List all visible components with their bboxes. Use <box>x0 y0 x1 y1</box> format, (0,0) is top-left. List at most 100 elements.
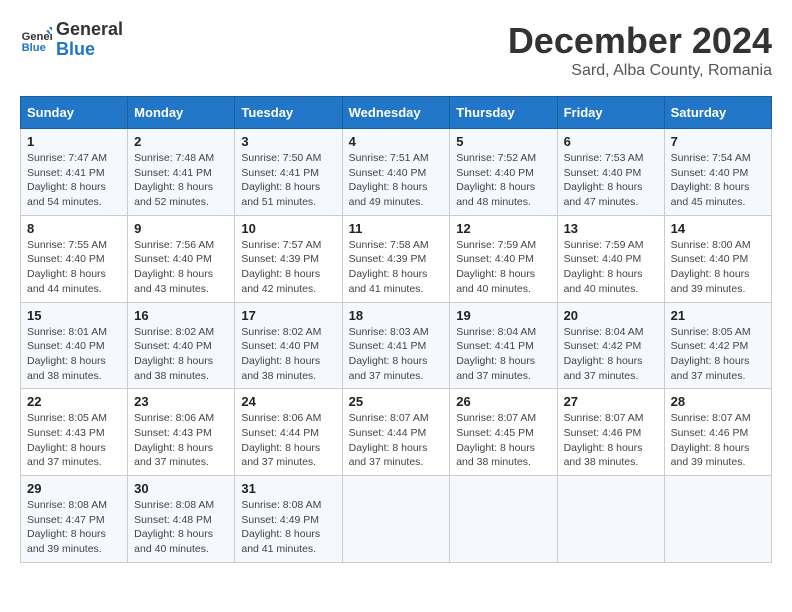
day-number: 1 <box>27 134 121 149</box>
day-info: Sunrise: 7:59 AM Sunset: 4:40 PM Dayligh… <box>456 238 550 297</box>
calendar-table: SundayMondayTuesdayWednesdayThursdayFrid… <box>20 96 772 563</box>
calendar-cell: 4 Sunrise: 7:51 AM Sunset: 4:40 PM Dayli… <box>342 129 450 216</box>
calendar-cell: 3 Sunrise: 7:50 AM Sunset: 4:41 PM Dayli… <box>235 129 342 216</box>
calendar-cell: 28 Sunrise: 8:07 AM Sunset: 4:46 PM Dayl… <box>664 389 771 476</box>
calendar-cell: 2 Sunrise: 7:48 AM Sunset: 4:41 PM Dayli… <box>128 129 235 216</box>
calendar-cell: 15 Sunrise: 8:01 AM Sunset: 4:40 PM Dayl… <box>21 302 128 389</box>
logo-text-general: General <box>56 20 123 40</box>
calendar-cell: 24 Sunrise: 8:06 AM Sunset: 4:44 PM Dayl… <box>235 389 342 476</box>
day-number: 22 <box>27 394 121 409</box>
calendar-cell: 27 Sunrise: 8:07 AM Sunset: 4:46 PM Dayl… <box>557 389 664 476</box>
day-number: 18 <box>349 308 444 323</box>
col-header-thursday: Thursday <box>450 97 557 129</box>
day-number: 5 <box>456 134 550 149</box>
day-info: Sunrise: 8:08 AM Sunset: 4:49 PM Dayligh… <box>241 498 335 557</box>
svg-text:General: General <box>22 31 52 43</box>
day-info: Sunrise: 8:04 AM Sunset: 4:42 PM Dayligh… <box>564 325 658 384</box>
day-info: Sunrise: 7:47 AM Sunset: 4:41 PM Dayligh… <box>27 151 121 210</box>
calendar-week-1: 1 Sunrise: 7:47 AM Sunset: 4:41 PM Dayli… <box>21 129 772 216</box>
day-info: Sunrise: 7:52 AM Sunset: 4:40 PM Dayligh… <box>456 151 550 210</box>
day-info: Sunrise: 8:02 AM Sunset: 4:40 PM Dayligh… <box>134 325 228 384</box>
day-info: Sunrise: 8:07 AM Sunset: 4:44 PM Dayligh… <box>349 411 444 470</box>
day-info: Sunrise: 8:08 AM Sunset: 4:48 PM Dayligh… <box>134 498 228 557</box>
day-info: Sunrise: 8:04 AM Sunset: 4:41 PM Dayligh… <box>456 325 550 384</box>
calendar-cell: 11 Sunrise: 7:58 AM Sunset: 4:39 PM Dayl… <box>342 215 450 302</box>
day-info: Sunrise: 7:50 AM Sunset: 4:41 PM Dayligh… <box>241 151 335 210</box>
day-number: 15 <box>27 308 121 323</box>
day-number: 31 <box>241 481 335 496</box>
title-block: December 2024 Sard, Alba County, Romania <box>508 20 772 80</box>
header-row: SundayMondayTuesdayWednesdayThursdayFrid… <box>21 97 772 129</box>
day-number: 3 <box>241 134 335 149</box>
day-info: Sunrise: 8:08 AM Sunset: 4:47 PM Dayligh… <box>27 498 121 557</box>
day-number: 29 <box>27 481 121 496</box>
col-header-sunday: Sunday <box>21 97 128 129</box>
calendar-cell: 31 Sunrise: 8:08 AM Sunset: 4:49 PM Dayl… <box>235 476 342 563</box>
calendar-cell: 12 Sunrise: 7:59 AM Sunset: 4:40 PM Dayl… <box>450 215 557 302</box>
day-info: Sunrise: 7:59 AM Sunset: 4:40 PM Dayligh… <box>564 238 658 297</box>
calendar-cell: 18 Sunrise: 8:03 AM Sunset: 4:41 PM Dayl… <box>342 302 450 389</box>
calendar-cell: 5 Sunrise: 7:52 AM Sunset: 4:40 PM Dayli… <box>450 129 557 216</box>
calendar-cell: 23 Sunrise: 8:06 AM Sunset: 4:43 PM Dayl… <box>128 389 235 476</box>
day-info: Sunrise: 8:05 AM Sunset: 4:43 PM Dayligh… <box>27 411 121 470</box>
day-info: Sunrise: 7:48 AM Sunset: 4:41 PM Dayligh… <box>134 151 228 210</box>
calendar-cell: 16 Sunrise: 8:02 AM Sunset: 4:40 PM Dayl… <box>128 302 235 389</box>
day-number: 7 <box>671 134 765 149</box>
day-number: 13 <box>564 221 658 236</box>
col-header-friday: Friday <box>557 97 664 129</box>
day-number: 23 <box>134 394 228 409</box>
calendar-cell: 22 Sunrise: 8:05 AM Sunset: 4:43 PM Dayl… <box>21 389 128 476</box>
day-number: 10 <box>241 221 335 236</box>
calendar-cell: 6 Sunrise: 7:53 AM Sunset: 4:40 PM Dayli… <box>557 129 664 216</box>
calendar-cell: 26 Sunrise: 8:07 AM Sunset: 4:45 PM Dayl… <box>450 389 557 476</box>
col-header-wednesday: Wednesday <box>342 97 450 129</box>
day-info: Sunrise: 8:07 AM Sunset: 4:46 PM Dayligh… <box>564 411 658 470</box>
day-number: 19 <box>456 308 550 323</box>
header: General Blue General Blue December 2024 … <box>20 20 772 80</box>
calendar-cell <box>664 476 771 563</box>
calendar-cell: 1 Sunrise: 7:47 AM Sunset: 4:41 PM Dayli… <box>21 129 128 216</box>
calendar-week-4: 22 Sunrise: 8:05 AM Sunset: 4:43 PM Dayl… <box>21 389 772 476</box>
day-info: Sunrise: 7:54 AM Sunset: 4:40 PM Dayligh… <box>671 151 765 210</box>
day-number: 21 <box>671 308 765 323</box>
calendar-cell <box>557 476 664 563</box>
logo-text-blue: Blue <box>56 40 123 60</box>
calendar-week-2: 8 Sunrise: 7:55 AM Sunset: 4:40 PM Dayli… <box>21 215 772 302</box>
day-number: 27 <box>564 394 658 409</box>
day-info: Sunrise: 8:05 AM Sunset: 4:42 PM Dayligh… <box>671 325 765 384</box>
day-number: 28 <box>671 394 765 409</box>
calendar-cell: 20 Sunrise: 8:04 AM Sunset: 4:42 PM Dayl… <box>557 302 664 389</box>
day-number: 9 <box>134 221 228 236</box>
day-number: 14 <box>671 221 765 236</box>
calendar-cell: 10 Sunrise: 7:57 AM Sunset: 4:39 PM Dayl… <box>235 215 342 302</box>
day-number: 26 <box>456 394 550 409</box>
day-number: 17 <box>241 308 335 323</box>
day-info: Sunrise: 7:56 AM Sunset: 4:40 PM Dayligh… <box>134 238 228 297</box>
logo: General Blue General Blue <box>20 20 123 60</box>
calendar-cell: 21 Sunrise: 8:05 AM Sunset: 4:42 PM Dayl… <box>664 302 771 389</box>
calendar-cell: 9 Sunrise: 7:56 AM Sunset: 4:40 PM Dayli… <box>128 215 235 302</box>
day-info: Sunrise: 8:02 AM Sunset: 4:40 PM Dayligh… <box>241 325 335 384</box>
svg-text:Blue: Blue <box>22 42 46 54</box>
day-info: Sunrise: 8:03 AM Sunset: 4:41 PM Dayligh… <box>349 325 444 384</box>
day-number: 2 <box>134 134 228 149</box>
calendar-cell: 19 Sunrise: 8:04 AM Sunset: 4:41 PM Dayl… <box>450 302 557 389</box>
calendar-cell: 14 Sunrise: 8:00 AM Sunset: 4:40 PM Dayl… <box>664 215 771 302</box>
col-header-saturday: Saturday <box>664 97 771 129</box>
calendar-cell: 13 Sunrise: 7:59 AM Sunset: 4:40 PM Dayl… <box>557 215 664 302</box>
day-number: 25 <box>349 394 444 409</box>
calendar-cell <box>342 476 450 563</box>
day-info: Sunrise: 7:53 AM Sunset: 4:40 PM Dayligh… <box>564 151 658 210</box>
day-number: 6 <box>564 134 658 149</box>
day-info: Sunrise: 8:01 AM Sunset: 4:40 PM Dayligh… <box>27 325 121 384</box>
day-info: Sunrise: 7:55 AM Sunset: 4:40 PM Dayligh… <box>27 238 121 297</box>
day-number: 8 <box>27 221 121 236</box>
day-info: Sunrise: 7:58 AM Sunset: 4:39 PM Dayligh… <box>349 238 444 297</box>
calendar-cell: 30 Sunrise: 8:08 AM Sunset: 4:48 PM Dayl… <box>128 476 235 563</box>
day-info: Sunrise: 8:06 AM Sunset: 4:43 PM Dayligh… <box>134 411 228 470</box>
day-info: Sunrise: 8:06 AM Sunset: 4:44 PM Dayligh… <box>241 411 335 470</box>
calendar-cell: 25 Sunrise: 8:07 AM Sunset: 4:44 PM Dayl… <box>342 389 450 476</box>
calendar-week-5: 29 Sunrise: 8:08 AM Sunset: 4:47 PM Dayl… <box>21 476 772 563</box>
day-info: Sunrise: 7:57 AM Sunset: 4:39 PM Dayligh… <box>241 238 335 297</box>
day-number: 24 <box>241 394 335 409</box>
